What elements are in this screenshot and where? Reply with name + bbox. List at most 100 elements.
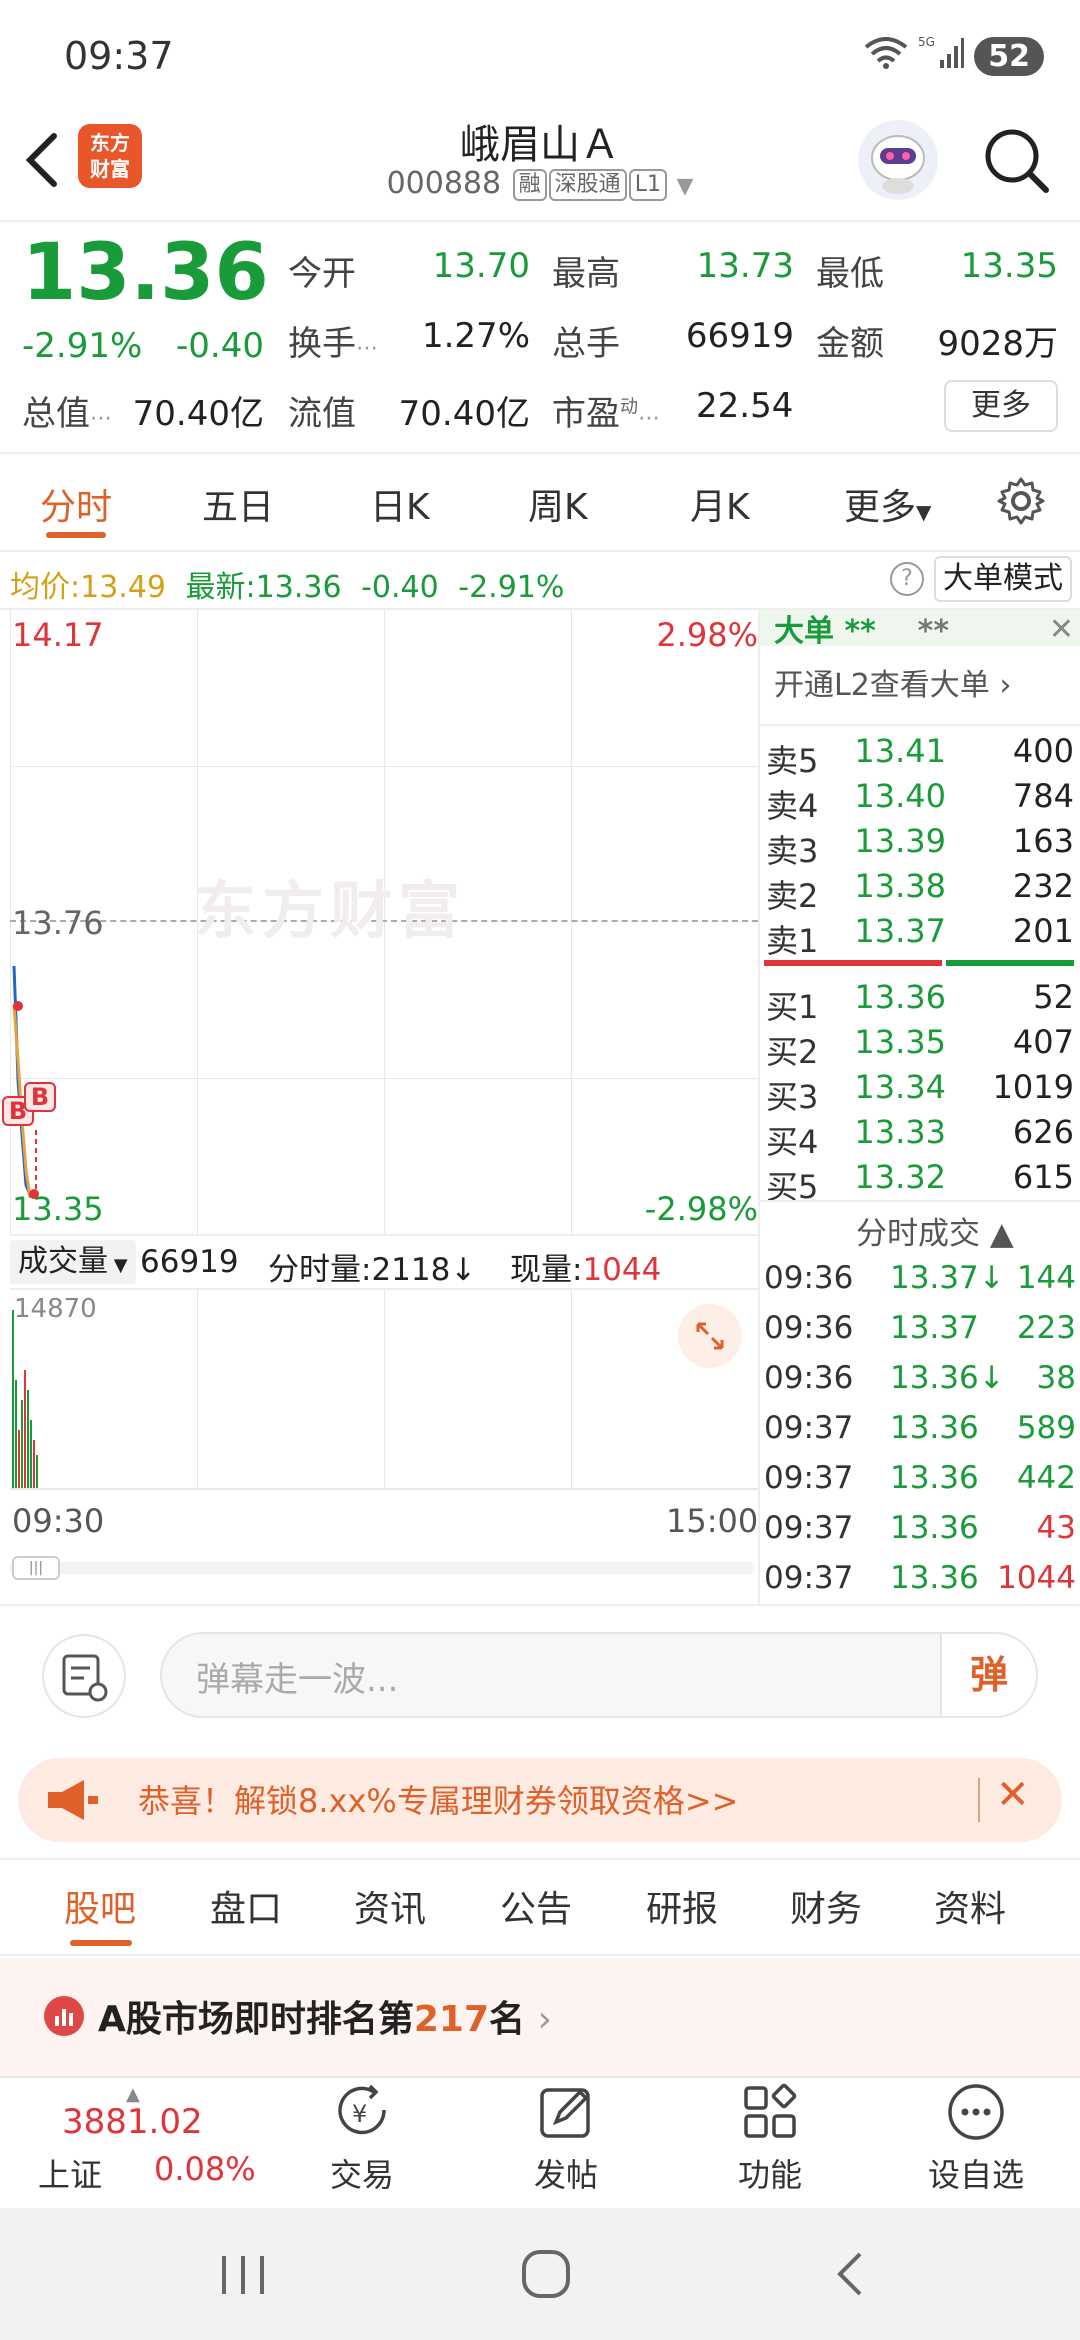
level-volume: 400 bbox=[1012, 732, 1074, 770]
promo-banner[interactable]: 恭喜！解锁8.xx%专属理财券领取资格>> ✕ bbox=[18, 1758, 1062, 1842]
last-price: 13.36 bbox=[22, 228, 269, 318]
fullscreen-icon[interactable] bbox=[678, 1304, 742, 1368]
gear-icon[interactable] bbox=[996, 476, 1046, 530]
amount-value: 9028万 bbox=[937, 324, 1058, 364]
trade-volume: 38 bbox=[1036, 1360, 1076, 1396]
l2-upgrade-link[interactable]: 开通L2查看大单 › bbox=[774, 660, 1011, 704]
nav-add-watchlist[interactable]: 设自选 bbox=[906, 2080, 1046, 2196]
tab-research[interactable]: 研报 bbox=[646, 1880, 718, 1932]
change-amount: -0.40 bbox=[176, 326, 264, 366]
avg-label: 均价: bbox=[10, 570, 81, 605]
rank-banner[interactable]: A股市场即时排名第217名 › bbox=[0, 1958, 1080, 2076]
level-price: 13.32 bbox=[854, 1158, 946, 1196]
tab-guba[interactable]: 股吧 bbox=[64, 1880, 136, 1932]
tab-pankou[interactable]: 盘口 bbox=[210, 1880, 282, 1932]
nav-trade[interactable]: ¥ 交易 bbox=[292, 2080, 432, 2196]
index-ticker[interactable]: ▲ 3881.02 上证 0.08% bbox=[20, 2084, 256, 2200]
order-book-row[interactable]: 买2 13.35 407 bbox=[762, 1019, 1078, 1071]
promo-close-icon[interactable]: ✕ bbox=[996, 1772, 1030, 1818]
trade-volume: 43 bbox=[1036, 1510, 1076, 1546]
tab-monthly-k[interactable]: 月K bbox=[690, 478, 750, 530]
search-icon[interactable] bbox=[982, 126, 1052, 200]
trade-list-title[interactable]: 分时成交 ▲ bbox=[856, 1208, 1014, 1253]
tab-more[interactable]: 更多▼ bbox=[844, 478, 931, 530]
wifi-icon bbox=[864, 36, 908, 76]
level-price: 13.34 bbox=[854, 1068, 946, 1106]
order-book-row[interactable]: 买3 13.34 1019 bbox=[762, 1064, 1078, 1116]
clock: 09:37 bbox=[64, 34, 174, 78]
order-book-row[interactable]: 买4 13.33 626 bbox=[762, 1109, 1078, 1161]
big-order-mode-button[interactable]: 大单模式 bbox=[934, 556, 1072, 602]
price-line bbox=[12, 965, 39, 1199]
fenshi-volume: 分时量:2118↓ bbox=[268, 1252, 477, 1288]
tag-margin: 融 bbox=[512, 168, 547, 201]
level-volume: 232 bbox=[1012, 867, 1074, 905]
level-volume: 52 bbox=[1033, 978, 1074, 1016]
signal-icon: 5G bbox=[918, 35, 965, 77]
trade-icon: ¥ bbox=[338, 2084, 386, 2135]
tab-weekly-k[interactable]: 周K bbox=[528, 478, 588, 530]
volume-bars bbox=[12, 1310, 38, 1490]
tab-indicator bbox=[46, 532, 106, 538]
robot-assistant-icon[interactable] bbox=[858, 120, 938, 200]
volume-select[interactable]: 成交量 ▼ bbox=[10, 1240, 136, 1284]
tab-5day[interactable]: 五日 bbox=[202, 478, 274, 530]
trade-row: 09:37 13.36 442 bbox=[762, 1456, 1078, 1504]
chart-scrollbar[interactable] bbox=[10, 1562, 754, 1574]
home-icon[interactable] bbox=[520, 2248, 572, 2304]
recent-apps-icon[interactable] bbox=[216, 2252, 270, 2302]
order-book-row[interactable]: 买5 13.32 615 bbox=[762, 1154, 1078, 1206]
high-label: 最高 bbox=[552, 254, 620, 294]
change-percent: -2.91% bbox=[22, 326, 143, 366]
more-button[interactable]: 更多 bbox=[944, 380, 1058, 432]
grid-icon bbox=[744, 2083, 797, 2138]
order-book-row[interactable]: 卖1 13.37 201 bbox=[762, 908, 1078, 960]
help-icon[interactable]: ? bbox=[890, 562, 924, 596]
mktcap-value: 70.40亿 bbox=[132, 394, 264, 434]
danmu-settings-icon[interactable] bbox=[42, 1634, 126, 1718]
danmu-send-button[interactable]: 弹 bbox=[940, 1634, 1036, 1716]
order-book-row[interactable]: 卖2 13.38 232 bbox=[762, 863, 1078, 915]
tab-intraday[interactable]: 分时 bbox=[40, 478, 112, 530]
tab-daily-k[interactable]: 日K bbox=[370, 478, 430, 530]
system-nav-bar bbox=[0, 2208, 1080, 2340]
order-book-row[interactable]: 卖5 13.41 400 bbox=[762, 728, 1078, 780]
order-book-row[interactable]: 卖3 13.39 163 bbox=[762, 818, 1078, 870]
more-icon bbox=[948, 2084, 1004, 2140]
index-name: 上证 bbox=[38, 2156, 103, 2194]
tab-finance[interactable]: 财务 bbox=[790, 1880, 862, 1932]
order-book-row[interactable]: 买1 13.36 52 bbox=[762, 974, 1078, 1026]
level-price: 13.37 bbox=[854, 912, 946, 950]
info-icon: ⋯ bbox=[638, 406, 660, 431]
danmu-input[interactable]: 弹幕走一波... 弹 bbox=[160, 1632, 1038, 1718]
last-value: 13.36 bbox=[255, 570, 342, 605]
level-price: 13.35 bbox=[854, 1023, 946, 1061]
status-icons: 5G 52 bbox=[864, 34, 1044, 78]
trade-volume: 223 bbox=[1016, 1310, 1076, 1346]
nav-post[interactable]: 发帖 bbox=[496, 2080, 636, 2196]
buy-marker[interactable]: B bbox=[24, 1082, 56, 1112]
open-value: 13.70 bbox=[432, 246, 530, 286]
level-price: 13.40 bbox=[854, 777, 946, 815]
mktcap-label[interactable]: 总值⋯ bbox=[22, 386, 112, 435]
pe-label[interactable]: 市盈动⋯ bbox=[552, 386, 660, 435]
back-nav-icon[interactable] bbox=[830, 2248, 870, 2304]
nav-functions[interactable]: 功能 bbox=[700, 2080, 840, 2196]
tab-indicator bbox=[70, 1940, 132, 1946]
scroll-handle[interactable]: ||| bbox=[12, 1556, 60, 1580]
level-volume: 1019 bbox=[992, 1068, 1074, 1106]
last-label: 最新: bbox=[185, 570, 256, 605]
volume-label: 总手 bbox=[552, 324, 620, 364]
order-book-row[interactable]: 卖4 13.40 784 bbox=[762, 773, 1078, 825]
tab-announcements[interactable]: 公告 bbox=[500, 1880, 572, 1932]
level-volume: 407 bbox=[1012, 1023, 1074, 1061]
tab-profile[interactable]: 资料 bbox=[934, 1880, 1006, 1932]
level-price: 13.38 bbox=[854, 867, 946, 905]
close-icon[interactable]: ✕ bbox=[1049, 612, 1074, 647]
big-order-title: 大单 ** ** bbox=[774, 614, 950, 649]
intraday-chart[interactable]: 东方财富 14.17 2.98% 13.76 13.35 -2.98% B B bbox=[2, 610, 758, 1234]
low-label: 最低 bbox=[816, 254, 884, 294]
tab-news[interactable]: 资讯 bbox=[354, 1880, 426, 1932]
nav-label: 交易 bbox=[329, 2156, 394, 2194]
turnover-label[interactable]: 换手⋯ bbox=[288, 316, 378, 365]
